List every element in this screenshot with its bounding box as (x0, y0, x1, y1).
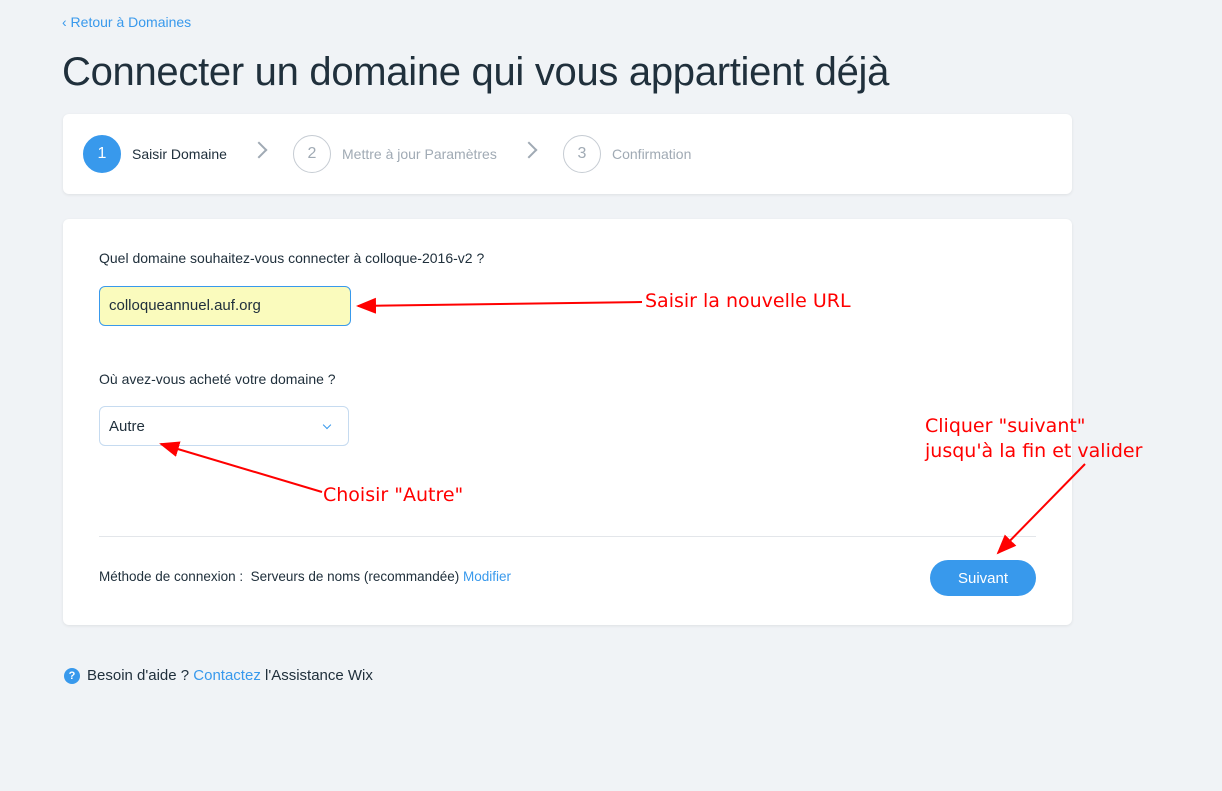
step-2: 2 Mettre à jour Paramètres (293, 135, 497, 173)
annotation-next-1: Cliquer "suivant" (925, 415, 1086, 437)
step-label: Mettre à jour Paramètres (342, 146, 497, 162)
next-button[interactable]: Suivant (930, 560, 1036, 596)
registrar-question: Où avez-vous acheté votre domaine ? (99, 371, 336, 387)
domain-question: Quel domaine souhaitez-vous connecter à … (99, 250, 485, 266)
step-number: 2 (293, 135, 331, 173)
step-number: 3 (563, 135, 601, 173)
registrar-select[interactable]: Autre (99, 406, 349, 446)
chevron-down-icon (322, 420, 332, 430)
question-icon: ? (64, 667, 80, 684)
modify-link[interactable]: Modifier (463, 569, 511, 584)
contact-link[interactable]: Contactez (193, 667, 261, 684)
method-label: Méthode de connexion : (99, 569, 244, 584)
help-line: ? Besoin d'aide ? Contactez l'Assistance… (64, 667, 373, 684)
stepper: 1 Saisir Domaine 2 Mettre à jour Paramèt… (63, 114, 1072, 194)
step-1: 1 Saisir Domaine (83, 135, 227, 173)
step-label: Confirmation (612, 146, 692, 162)
divider (99, 536, 1036, 537)
help-suffix: l'Assistance Wix (265, 667, 373, 684)
annotation-autre: Choisir "Autre" (323, 484, 464, 506)
back-to-domains-link[interactable]: ‹ Retour à Domaines (62, 14, 191, 30)
step-number: 1 (83, 135, 121, 173)
help-prefix: Besoin d'aide ? (87, 667, 190, 684)
domain-input[interactable]: colloqueannuel.auf.org (99, 286, 351, 326)
method-value: Serveurs de noms (recommandée) (250, 569, 460, 584)
annotation-url: Saisir la nouvelle URL (645, 290, 851, 312)
page-title: Connecter un domaine qui vous appartient… (62, 50, 890, 94)
domain-form: Quel domaine souhaitez-vous connecter à … (63, 219, 1072, 625)
annotation-next-2: jusqu'à la fin et valider (925, 440, 1143, 462)
chevron-right-icon (520, 141, 538, 159)
chevron-right-icon (250, 141, 268, 159)
connection-method: Méthode de connexion : Serveurs de noms … (99, 569, 511, 584)
step-label: Saisir Domaine (132, 146, 227, 162)
registrar-selected-value: Autre (109, 418, 145, 435)
step-3: 3 Confirmation (563, 135, 691, 173)
